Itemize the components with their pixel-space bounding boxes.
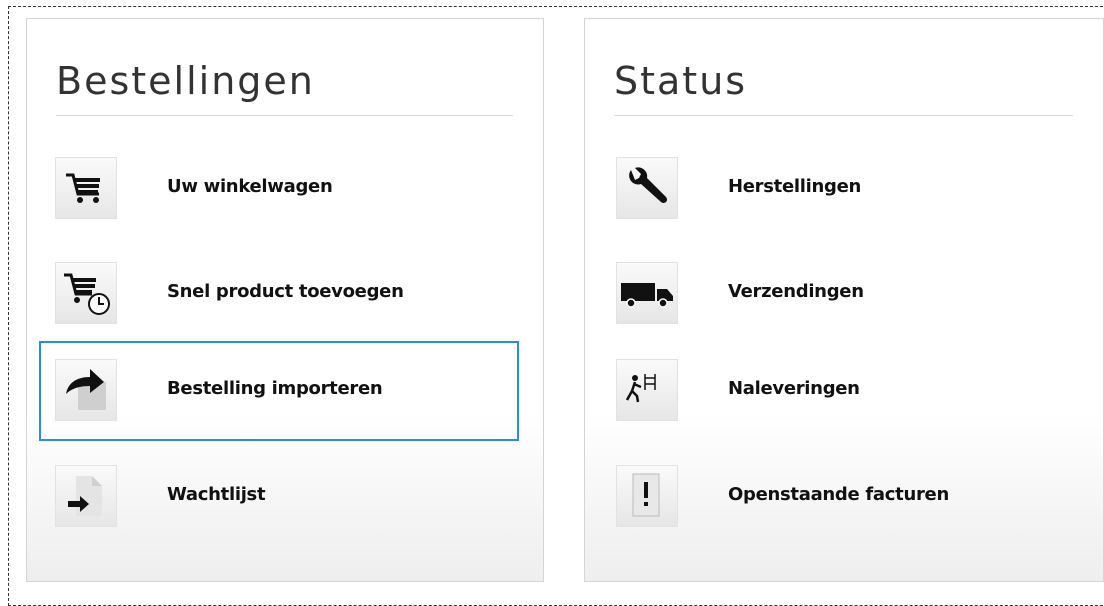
title-divider bbox=[56, 115, 513, 116]
menu-item-quick-add-product[interactable]: Snel product toevoegen bbox=[39, 244, 519, 344]
menu-item-label: Verzendingen bbox=[728, 281, 864, 302]
orders-panel-title: Bestellingen bbox=[56, 59, 315, 103]
import-arrow-icon bbox=[55, 359, 117, 421]
title-divider bbox=[614, 115, 1073, 116]
shopping-cart-icon bbox=[55, 157, 117, 219]
exclamation-document-icon bbox=[616, 465, 678, 527]
menu-item-repairs[interactable]: Herstellingen bbox=[600, 139, 1080, 239]
menu-item-label: Naleveringen bbox=[728, 378, 860, 399]
menu-item-import-order[interactable]: Bestelling importeren bbox=[39, 341, 519, 441]
wrench-icon bbox=[616, 157, 678, 219]
menu-item-label: Uw winkelwagen bbox=[167, 176, 333, 197]
menu-item-waiting-list[interactable]: Wachtlijst bbox=[39, 447, 519, 547]
orders-panel: Bestellingen Uw winkelwagen Snel product… bbox=[26, 18, 544, 582]
menu-item-label: Bestelling importeren bbox=[167, 378, 383, 399]
worker-pallet-icon bbox=[616, 359, 678, 421]
menu-item-label: Openstaande facturen bbox=[728, 484, 949, 505]
menu-item-backorders[interactable]: Naleveringen bbox=[600, 341, 1080, 441]
document-arrow-icon bbox=[55, 465, 117, 527]
menu-item-shipments[interactable]: Verzendingen bbox=[600, 244, 1080, 344]
status-panel: Status Herstellingen Verzendingen Naleve… bbox=[584, 18, 1104, 582]
menu-item-label: Wachtlijst bbox=[167, 484, 266, 505]
status-panel-title: Status bbox=[614, 59, 748, 103]
cart-clock-icon bbox=[55, 262, 117, 324]
menu-item-outstanding-invoices[interactable]: Openstaande facturen bbox=[600, 447, 1080, 547]
menu-item-label: Herstellingen bbox=[728, 176, 862, 197]
truck-icon bbox=[616, 262, 678, 324]
menu-item-shopping-cart[interactable]: Uw winkelwagen bbox=[39, 139, 519, 239]
menu-item-label: Snel product toevoegen bbox=[167, 281, 404, 302]
